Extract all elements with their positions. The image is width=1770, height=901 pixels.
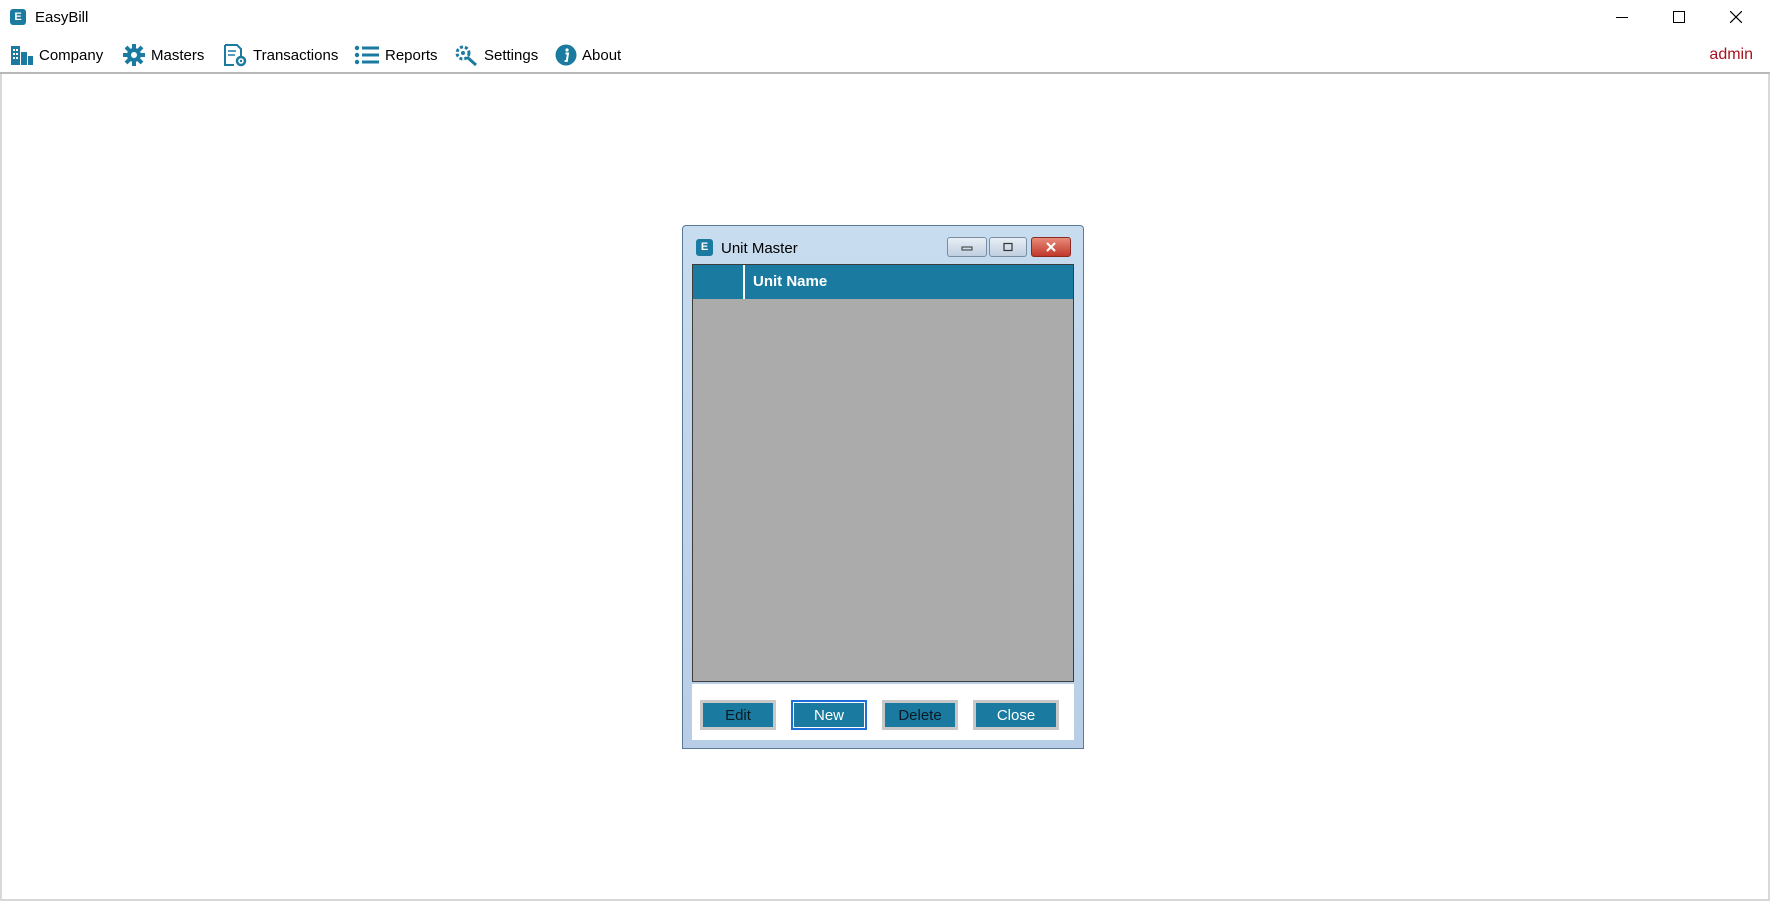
app-logo-icon: E (10, 9, 26, 25)
dialog-minimize-button[interactable] (947, 237, 987, 257)
restore-icon (1003, 242, 1013, 252)
close-icon (1046, 242, 1056, 252)
building-icon (11, 46, 33, 65)
menu-transactions-label: Transactions (253, 46, 339, 64)
dialog-close-button[interactable] (1031, 237, 1071, 257)
delete-button[interactable]: Delete (882, 700, 958, 730)
unit-master-dialog: E Unit Master Unit Name Edit New Delete … (682, 225, 1084, 749)
window-titlebar: E EasyBill (0, 0, 1770, 34)
dialog-app-icon: E (696, 239, 713, 256)
column-header-unit-name[interactable]: Unit Name (753, 265, 827, 299)
close-icon (1729, 11, 1742, 23)
menu-about[interactable]: About (555, 38, 621, 72)
new-button[interactable]: New (791, 700, 867, 730)
app-title: EasyBill (35, 9, 89, 26)
close-button[interactable]: Close (973, 700, 1059, 730)
dialog-restore-button[interactable] (989, 237, 1027, 257)
menu-bar: Company Masters Transactions Reports Set… (0, 38, 1770, 74)
maximize-icon (1672, 11, 1685, 23)
menu-transactions[interactable]: Transactions (222, 38, 338, 72)
menu-settings-label: Settings (484, 46, 539, 64)
current-user-label: admin (1709, 46, 1753, 63)
grid-header: Unit Name (693, 265, 1073, 299)
menu-masters-label: Masters (151, 46, 205, 64)
minimize-button[interactable] (1593, 0, 1650, 34)
menu-masters[interactable]: Masters (122, 38, 204, 72)
info-icon (555, 44, 577, 66)
minimize-icon (961, 246, 973, 251)
minimize-icon (1615, 17, 1628, 18)
edit-button[interactable]: Edit (700, 700, 776, 730)
close-window-button[interactable] (1707, 0, 1764, 34)
menu-reports[interactable]: Reports (354, 38, 438, 72)
list-icon (354, 45, 379, 65)
gear-icon (123, 44, 145, 66)
dialog-title: Unit Master (721, 240, 798, 257)
menu-reports-label: Reports (385, 46, 438, 64)
dialog-button-bar: Edit New Delete Close (692, 684, 1074, 740)
menu-company-label: Company (39, 46, 104, 64)
menu-settings[interactable]: Settings (453, 38, 538, 72)
unit-grid[interactable]: Unit Name (692, 264, 1074, 682)
menu-about-label: About (582, 46, 622, 64)
menu-company[interactable]: Company (10, 38, 103, 72)
grid-row-header-cell[interactable] (693, 265, 745, 299)
wrench-gear-icon (455, 45, 477, 67)
document-gear-icon (224, 44, 247, 67)
maximize-button[interactable] (1650, 0, 1707, 34)
